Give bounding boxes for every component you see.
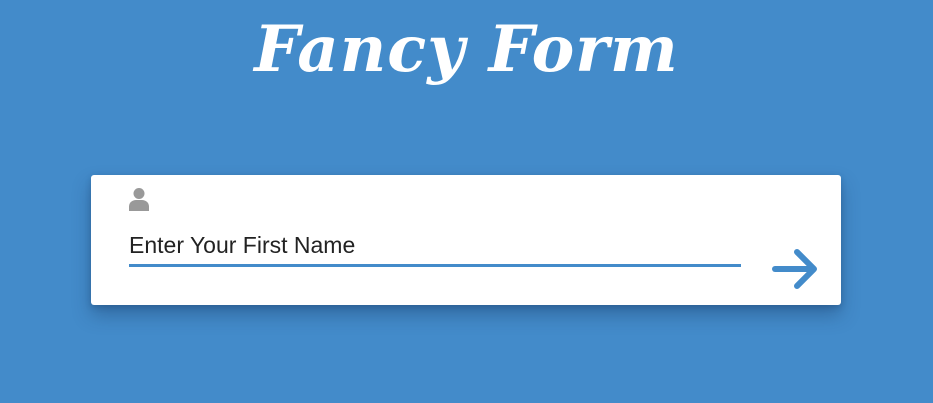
first-name-label[interactable]: Enter Your First Name (129, 231, 355, 259)
user-icon (129, 188, 149, 211)
first-name-underline (129, 264, 741, 267)
page-title: Fancy Form (254, 12, 679, 87)
form-card: Enter Your First Name (91, 175, 841, 305)
arrow-right-icon[interactable] (769, 243, 821, 295)
